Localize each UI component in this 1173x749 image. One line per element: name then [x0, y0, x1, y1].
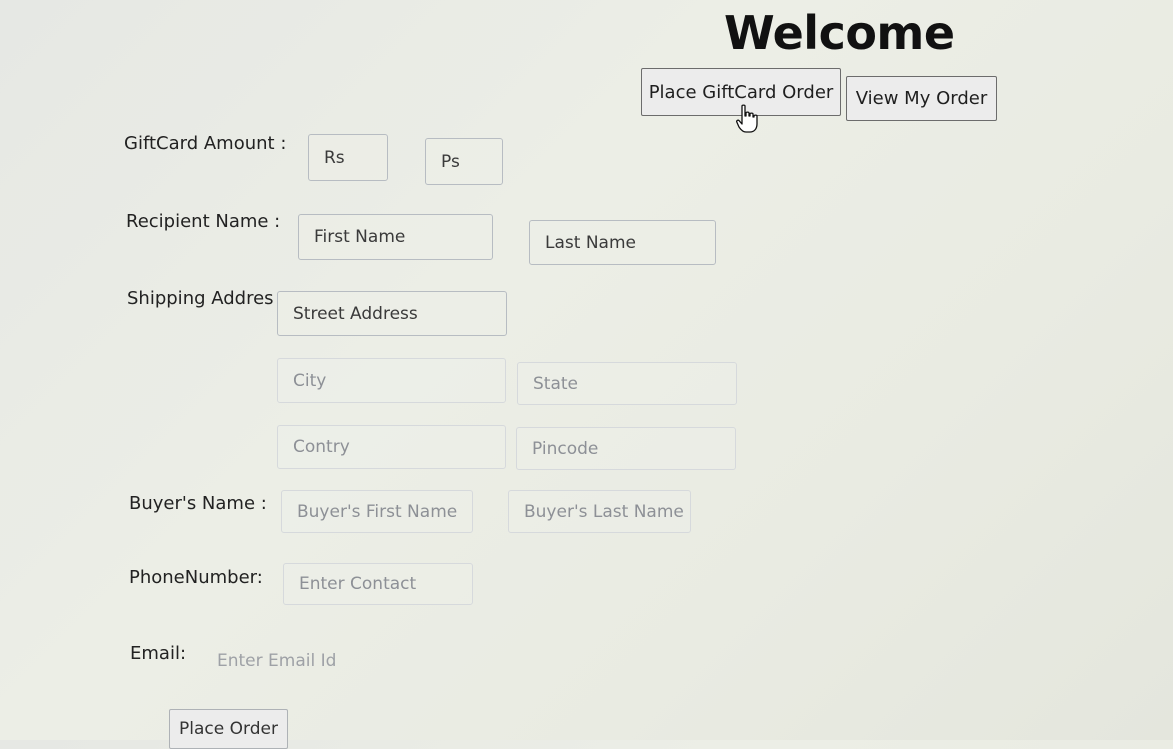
- contact-input[interactable]: [283, 563, 473, 605]
- country-input[interactable]: [277, 425, 506, 469]
- recipient-name-label: Recipient Name :: [126, 211, 281, 232]
- view-my-order-button[interactable]: View My Order: [846, 76, 997, 121]
- rupees-input[interactable]: [308, 134, 388, 181]
- state-input[interactable]: [517, 362, 737, 405]
- pincode-input[interactable]: [516, 427, 736, 470]
- recipient-last-name-input[interactable]: [529, 220, 716, 265]
- page-title: Welcome: [724, 6, 955, 60]
- street-address-input[interactable]: [277, 291, 507, 336]
- buyer-first-name-input[interactable]: [281, 490, 473, 533]
- email-label: Email:: [130, 643, 187, 664]
- phone-number-label: PhoneNumber:: [129, 567, 263, 588]
- buyer-last-name-input[interactable]: [508, 490, 691, 533]
- shipping-address-label: Shipping Addres: [127, 288, 274, 309]
- giftcard-amount-label: GiftCard Amount :: [124, 133, 287, 154]
- hand-pointer-icon: [736, 104, 758, 133]
- place-order-button[interactable]: Place Order: [169, 709, 288, 749]
- city-input[interactable]: [277, 358, 506, 403]
- email-input[interactable]: [217, 640, 417, 682]
- recipient-first-name-input[interactable]: [298, 214, 493, 260]
- buyer-name-label: Buyer's Name :: [129, 493, 267, 514]
- paise-input[interactable]: [425, 138, 503, 185]
